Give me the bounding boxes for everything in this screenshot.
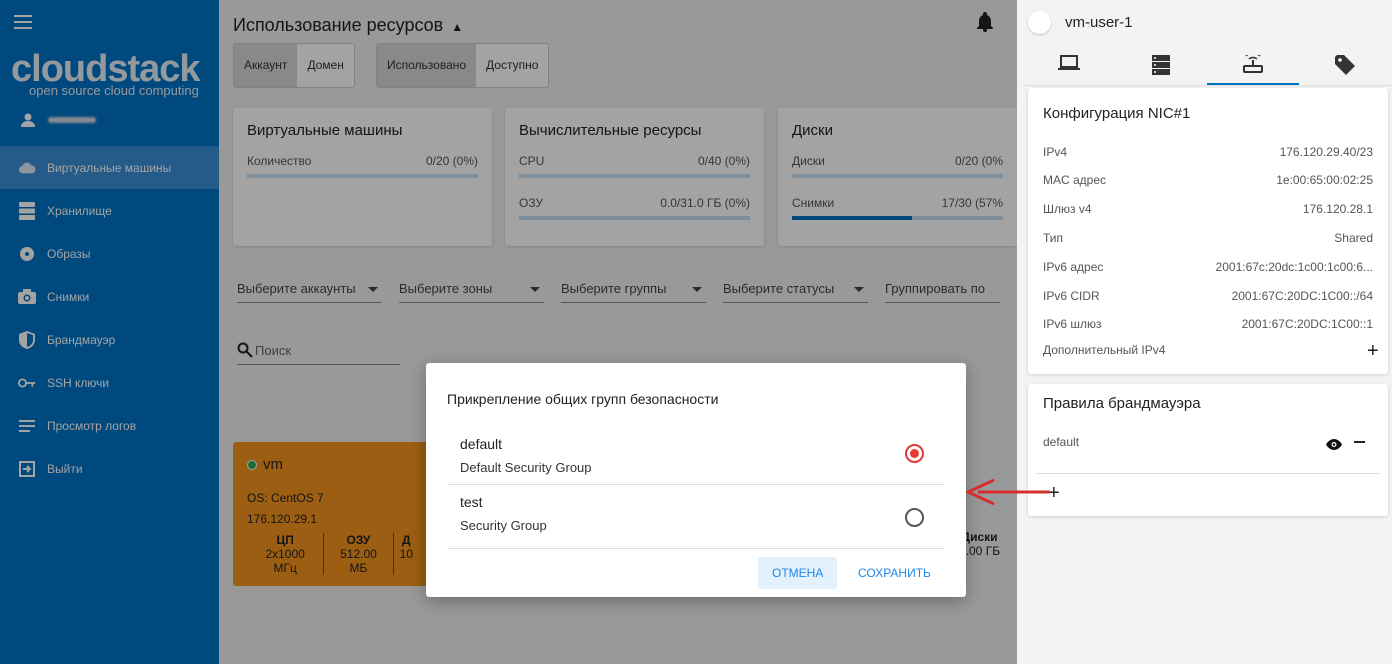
nic-row-mac: MAC адрес 1e:00:65:00:02:25 [1043, 173, 1373, 187]
router-icon [1243, 55, 1263, 73]
tab-network[interactable] [1207, 50, 1299, 85]
nic-row-type: Тип Shared [1043, 231, 1373, 245]
tab-details[interactable] [1023, 50, 1115, 85]
server-icon [1152, 55, 1170, 75]
security-group-name: test [460, 494, 483, 510]
divider [1036, 473, 1380, 474]
laptop-icon [1058, 55, 1080, 70]
attach-security-groups-dialog: Прикрепление общих групп безопасности de… [426, 363, 966, 597]
nic-card-title: Конфигурация NIC#1 [1043, 105, 1191, 122]
firewall-rule-row: default [1043, 435, 1373, 449]
tag-icon [1335, 55, 1355, 75]
firewall-card-title: Правила брандмауэра [1043, 395, 1201, 412]
dialog-title: Прикрепление общих групп безопасности [447, 391, 719, 407]
tab-volumes[interactable] [1115, 50, 1207, 85]
tab-tags[interactable] [1299, 50, 1391, 85]
arrow-annotation-icon [966, 478, 1050, 506]
nic-row-ipv6-cidr: IPv6 CIDR 2001:67C:20DC:1C00::/64 [1043, 289, 1373, 303]
eye-icon[interactable] [1326, 437, 1342, 455]
remove-rule-icon[interactable] [1354, 441, 1365, 443]
security-group-name: default [460, 436, 503, 452]
security-group-description: Default Security Group [460, 460, 592, 475]
vm-details-panel: vm-user-1 Конфигурация NIC#1 IPv4 176.120… [1017, 0, 1392, 664]
panel-tabs [1023, 50, 1392, 86]
nic-row-ipv6-gateway: IPv6 шлюз 2001:67C:20DC:1C00::1 [1043, 317, 1373, 331]
security-group-radio[interactable] [905, 444, 924, 463]
save-button[interactable]: СОХРАНИТЬ [844, 557, 945, 589]
firewall-rule-name: default [1043, 435, 1080, 449]
security-group-radio[interactable] [905, 508, 924, 527]
security-group-description: Security Group [460, 518, 547, 533]
panel-title: vm-user-1 [1065, 14, 1133, 31]
cancel-button[interactable]: ОТМЕНА [758, 557, 838, 589]
nic-config-card: Конфигурация NIC#1 IPv4 176.120.29.40/23 … [1028, 88, 1388, 374]
avatar [1028, 11, 1051, 34]
security-group-item[interactable]: test Security Group [447, 485, 944, 549]
nic-row-ipv6: IPv6 адрес 2001:67c:20dc:1c00:1c00:6... [1043, 260, 1373, 274]
nic-row-extra-ipv4: Дополнительный IPv4 [1043, 343, 1166, 357]
firewall-rules-card: Правила брандмауэра default + [1028, 384, 1388, 516]
nic-row-ipv4: IPv4 176.120.29.40/23 [1043, 145, 1373, 159]
add-ipv4-button[interactable]: + [1367, 340, 1379, 363]
nic-row-gateway: Шлюз v4 176.120.28.1 [1043, 202, 1373, 216]
security-group-item[interactable]: default Default Security Group [447, 429, 944, 485]
